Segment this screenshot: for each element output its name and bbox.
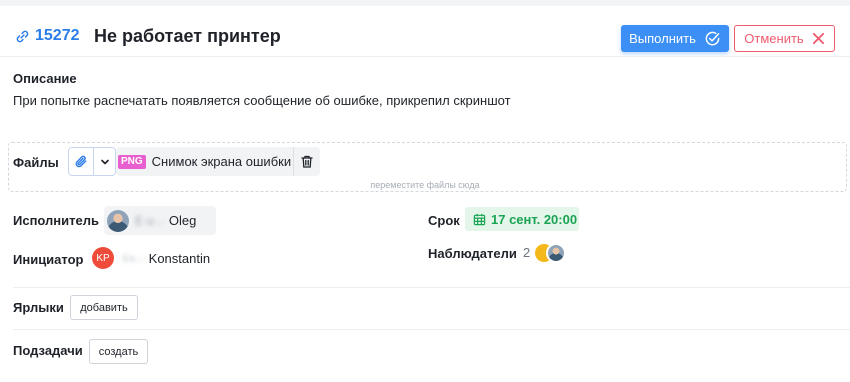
delete-file-button[interactable] [293, 147, 320, 176]
top-strip [0, 0, 850, 6]
file-type-badge: PNG [118, 154, 146, 169]
watchers-label: Наблюдатели [428, 246, 517, 261]
due-date-value: 17 сент. 20:00 [491, 211, 578, 227]
chevron-down-icon [100, 159, 109, 164]
check-circle-icon [705, 31, 720, 46]
link-icon [16, 30, 29, 42]
initiator-avatar: KP [92, 247, 114, 269]
task-title: Не работает принтер [94, 26, 281, 46]
subtasks-label: Подзадачи [13, 343, 83, 358]
files-label: Файлы [13, 155, 59, 170]
description-text: При попытке распечатать появляется сообщ… [13, 93, 511, 108]
initiator-name: Konstantin [148, 250, 211, 266]
assignee-avatar [107, 209, 129, 232]
cancel-button[interactable]: Отменить [734, 25, 835, 52]
assignee-surname-hidden: Ε·υ·.· [135, 213, 165, 228]
task-header: 15272 Не работает принтер Выполнить Отме… [0, 20, 850, 56]
section-divider [13, 287, 850, 288]
assignee-name: Oleg [168, 213, 197, 228]
watcher-avatar[interactable] [546, 243, 566, 263]
due-date-chip[interactable]: 17 сент. 20:00 [465, 207, 579, 231]
initiator-surname-hidden: ·i·ι·.· [120, 251, 145, 265]
attach-dropdown-button[interactable] [94, 148, 115, 175]
due-label: Срок [428, 213, 460, 228]
attach-button[interactable] [69, 148, 95, 175]
header-divider [0, 56, 850, 57]
complete-button-label: Выполнить [629, 31, 696, 46]
description-label: Описание [13, 71, 77, 86]
tags-label: Ярлыки [13, 300, 64, 315]
task-id-link[interactable]: 15272 [15, 27, 80, 45]
file-name[interactable]: Снимок экрана ошибки [152, 154, 291, 169]
assignee-chip[interactable]: Ε·υ·.· Oleg [104, 206, 216, 235]
initiator-label: Инициатор [13, 252, 84, 267]
calendar-icon [473, 213, 486, 225]
attach-button-group [68, 147, 116, 176]
close-icon [812, 32, 824, 45]
cancel-button-label: Отменить [744, 31, 804, 46]
add-tag-button[interactable]: добавить [70, 295, 138, 320]
section-divider [13, 329, 850, 330]
complete-button[interactable]: Выполнить [621, 25, 729, 52]
assignee-label: Исполнитель [13, 213, 99, 228]
initiator-person[interactable]: KP ·i·ι·.· Konstantin [92, 247, 210, 269]
task-id[interactable]: 15272 [35, 27, 80, 45]
paperclip-icon [75, 155, 87, 168]
drop-hint: переместите файлы сюда [370, 180, 480, 190]
file-chip[interactable]: PNG Снимок экрана ошибки [116, 147, 320, 176]
create-subtask-button[interactable]: создать [89, 339, 148, 364]
trash-icon [301, 155, 313, 168]
watchers-count[interactable]: 2 [523, 245, 530, 260]
